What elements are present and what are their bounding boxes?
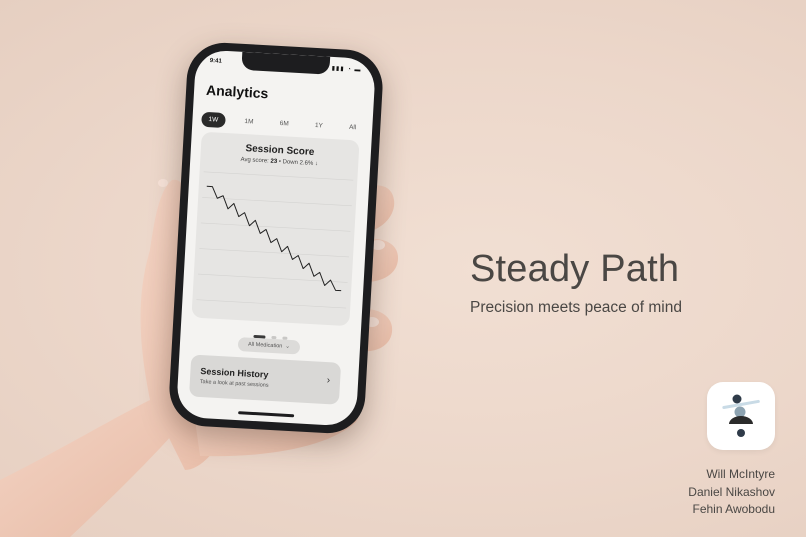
credit-name: Daniel Nikashov — [688, 484, 775, 499]
phone-screen: 9:41 ▮▮▮ ◔ ▬ Analytics 1W 1M 6M 1Y All S… — [175, 49, 377, 427]
separator: • — [278, 159, 282, 166]
hand-photo — [0, 179, 398, 537]
app-icon — [707, 382, 775, 450]
tab-1y[interactable]: 1Y — [308, 117, 331, 133]
home-indicator — [238, 411, 295, 418]
tab-1w[interactable]: 1W — [201, 111, 226, 128]
tab-1m[interactable]: 1M — [237, 113, 261, 129]
filter-label: All Medication — [247, 341, 283, 350]
arrow-down-icon: ↓ — [314, 161, 319, 168]
status-icons: ▮▮▮ ◔ ▬ — [331, 65, 362, 74]
tab-all[interactable]: All — [342, 119, 364, 135]
avg-value: 23 — [270, 158, 278, 165]
history-subtitle: Take a look at past sessions — [199, 378, 269, 389]
credits: Will McIntyre Daniel Nikashov Fehin Awob… — [688, 466, 775, 519]
credit-name: Will McIntyre — [706, 467, 775, 481]
grid-line — [203, 171, 354, 181]
brand-title: Steady Path — [470, 248, 680, 290]
grid-line — [199, 248, 350, 258]
medication-filter-dropdown[interactable]: All Medication ⌄ — [237, 337, 301, 355]
brand-subtitle: Precision meets peace of mind — [470, 299, 682, 316]
status-time: 9:41 — [209, 58, 222, 65]
series-line — [206, 185, 342, 292]
chevron-down-icon: ⌄ — [285, 343, 291, 350]
grid-line — [196, 299, 347, 309]
avg-label: Avg score: — [240, 156, 269, 165]
tab-6m[interactable]: 6M — [272, 115, 296, 131]
phone-mockup: 9:41 ▮▮▮ ◔ ▬ Analytics 1W 1M 6M 1Y All S… — [167, 40, 385, 436]
session-score-chart — [196, 171, 354, 309]
page-title: Analytics — [205, 81, 269, 102]
grid-line — [197, 273, 348, 283]
trend-text: Down 2.6% — [282, 159, 314, 167]
session-score-card: Session Score Avg score: 23 • Down 2.6% … — [191, 131, 360, 327]
grid-line — [200, 222, 351, 232]
credit-name: Fehin Awobodu — [692, 502, 775, 516]
chevron-right-icon: › — [326, 375, 331, 387]
history-title: Session History — [200, 365, 269, 380]
phone-notch — [241, 51, 331, 75]
session-history-button[interactable]: Session History Take a look at past sess… — [189, 354, 342, 405]
balance-stones-icon — [722, 394, 760, 437]
